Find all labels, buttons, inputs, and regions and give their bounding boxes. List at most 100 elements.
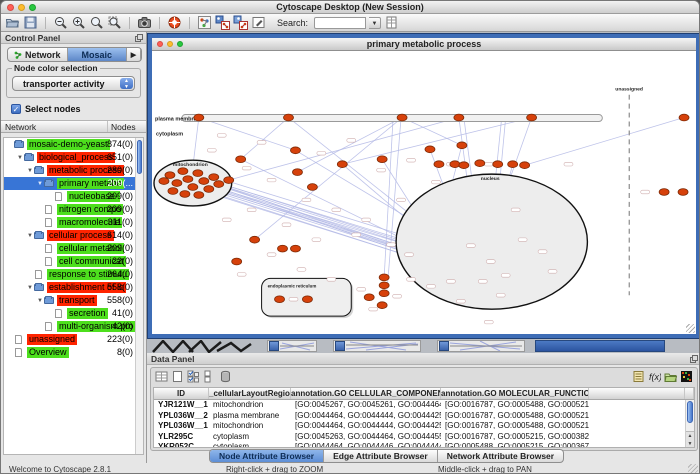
table-cell[interactable]: [GO:0044464, GO:0044444, GO:0044425, G..… xyxy=(291,421,441,432)
tab-mosaic[interactable]: Mosaic xyxy=(68,48,128,61)
network-edge[interactable] xyxy=(199,118,296,151)
tree-row[interactable]: macromolecule311(0) xyxy=(4,216,143,229)
table-row[interactable]: YKR052Ccytoplasm[GO:0044464, GO:0044446,… xyxy=(154,442,694,448)
network-node[interactable] xyxy=(250,236,260,243)
network-edge[interactable] xyxy=(525,118,684,166)
open-file-icon[interactable] xyxy=(5,15,20,30)
network-node[interactable] xyxy=(165,172,175,179)
float-panel-icon[interactable] xyxy=(135,34,143,42)
search-dropdown-arrow-icon[interactable]: ▼ xyxy=(369,17,381,29)
tab-network[interactable]: Network xyxy=(8,48,68,61)
table-cell[interactable]: [GO:0044464, GO:0044444, GO:0044425, G..… xyxy=(291,411,441,422)
tree-row[interactable]: ▼cellular process614(0) xyxy=(4,229,143,242)
network-node[interactable] xyxy=(302,296,312,303)
col-id[interactable]: ID xyxy=(154,388,209,399)
network-node[interactable] xyxy=(397,114,407,121)
network-node[interactable] xyxy=(377,302,387,309)
tree-row[interactable]: nucleobase-209(0) xyxy=(4,190,143,203)
table-cell[interactable]: [GO:0016787, GO:0005488, GO:0005215, G..… xyxy=(441,421,589,432)
nucleus-region[interactable] xyxy=(396,174,587,309)
tab-node-attribute-browser[interactable]: Node Attribute Browser xyxy=(210,450,324,462)
network-edge[interactable] xyxy=(387,118,401,290)
tree-expander-icon[interactable]: ▼ xyxy=(26,168,34,174)
network-node[interactable] xyxy=(188,184,198,191)
network-node[interactable] xyxy=(454,114,464,121)
network-node[interactable] xyxy=(292,169,302,176)
tab-edge-attribute-browser[interactable]: Edge Attribute Browser xyxy=(324,450,438,462)
table-cell[interactable]: YLR295C xyxy=(154,432,209,443)
col-region[interactable]: _cellularLayoutRegion xyxy=(209,388,291,399)
table-cell[interactable]: [GO:0045267, GO:0045261, GO:0044464, G..… xyxy=(291,400,441,411)
table-row[interactable]: YPL036W__1mitochondrion[GO:0044464, GO:0… xyxy=(154,421,694,432)
column-network[interactable]: Network xyxy=(1,121,108,132)
network-node[interactable] xyxy=(204,186,214,193)
tree-expander-icon[interactable]: ▼ xyxy=(36,181,44,187)
network-canvas[interactable]: plasma membrane cytoplasm mitochondrion … xyxy=(152,51,696,334)
network-node[interactable] xyxy=(178,168,188,175)
unselect-all-attributes-icon[interactable] xyxy=(203,370,216,383)
search-input[interactable] xyxy=(314,17,366,29)
column-nodes[interactable]: Nodes xyxy=(108,121,146,132)
table-scrollbar-thumb[interactable] xyxy=(687,401,693,423)
table-scrollbar[interactable]: ▲▼ xyxy=(685,400,694,447)
network-node[interactable] xyxy=(379,282,389,289)
tree-row[interactable]: ▼metabolic process280(0) xyxy=(4,164,143,177)
minimized-window-2[interactable] xyxy=(333,340,421,352)
network-node[interactable] xyxy=(659,189,669,196)
network-edge[interactable] xyxy=(241,118,289,160)
matrix-heatmap-icon[interactable] xyxy=(680,370,693,383)
network-edge[interactable] xyxy=(297,118,402,173)
table-cell[interactable]: [GO:0016787, GO:0005215, GO:0003824, G..… xyxy=(441,432,589,443)
network-node[interactable] xyxy=(194,114,204,121)
zoom-out-icon[interactable] xyxy=(53,15,68,30)
import-attributes-folder-icon[interactable] xyxy=(664,370,677,383)
minimized-window-active[interactable] xyxy=(535,340,665,352)
network-node[interactable] xyxy=(457,142,467,149)
network-node[interactable] xyxy=(434,161,444,168)
network-edge[interactable] xyxy=(384,118,393,278)
network-node[interactable] xyxy=(679,114,689,121)
new-attribute-icon[interactable] xyxy=(171,370,184,383)
table-row[interactable]: YJR121W__1mitochondrion[GO:0045267, GO:0… xyxy=(154,400,694,411)
network-node[interactable] xyxy=(275,296,285,303)
delete-attribute-icon[interactable] xyxy=(219,370,232,383)
table-cell[interactable]: YPL036W__1 xyxy=(154,421,209,432)
network-node[interactable] xyxy=(337,161,347,168)
tree-row[interactable]: ▼establishment of lo558(0) xyxy=(4,281,143,294)
table-cell[interactable]: cytoplasm xyxy=(209,432,291,443)
network-node[interactable] xyxy=(377,156,387,163)
tree-row[interactable]: ▼transport558(0) xyxy=(4,294,143,307)
notes-icon[interactable] xyxy=(632,370,645,383)
network-node[interactable] xyxy=(527,114,537,121)
col-molecular-function[interactable]: annotation.GO MOLECULAR_FUNCTION xyxy=(441,388,589,399)
table-cell[interactable]: mitochondrion xyxy=(209,421,291,432)
tree-row[interactable]: ▼biological_process651(0) xyxy=(4,151,143,164)
network-node[interactable] xyxy=(364,294,374,301)
tree-row[interactable]: nitrogen compo209(0) xyxy=(4,203,143,216)
network-node[interactable] xyxy=(475,160,485,167)
network-node[interactable] xyxy=(183,176,193,183)
tree-scrollbar[interactable] xyxy=(135,138,143,454)
table-row[interactable]: YPL036W__2plasma membrane[GO:0044464, GO… xyxy=(154,411,694,422)
node-color-dropdown[interactable]: transporter activity ▲▼ xyxy=(12,76,135,91)
save-icon[interactable] xyxy=(23,15,38,30)
tree-row[interactable]: secretion41(0) xyxy=(4,307,143,320)
network-node[interactable] xyxy=(678,189,688,196)
network-node[interactable] xyxy=(290,147,300,154)
network-node[interactable] xyxy=(180,191,190,198)
tree-expander-icon[interactable]: ▼ xyxy=(36,298,44,304)
tree-row[interactable]: unassigned223(0) xyxy=(4,333,143,346)
tree-expander-icon[interactable]: ▼ xyxy=(16,155,24,161)
plasma-membrane-region[interactable] xyxy=(182,115,602,122)
tree-row[interactable]: Overview8(0) xyxy=(4,346,143,359)
layout-map-1-icon[interactable] xyxy=(215,15,230,30)
select-all-attributes-icon[interactable] xyxy=(187,370,200,383)
tree-expander-icon[interactable]: ▼ xyxy=(26,233,34,239)
network-node[interactable] xyxy=(168,188,178,195)
table-cell[interactable]: plasma membrane xyxy=(209,411,291,422)
layout-map-2-icon[interactable] xyxy=(233,15,248,30)
network-node[interactable] xyxy=(209,174,219,181)
network-node[interactable] xyxy=(284,114,294,121)
network-node[interactable] xyxy=(194,192,204,199)
network-node[interactable] xyxy=(379,274,389,281)
